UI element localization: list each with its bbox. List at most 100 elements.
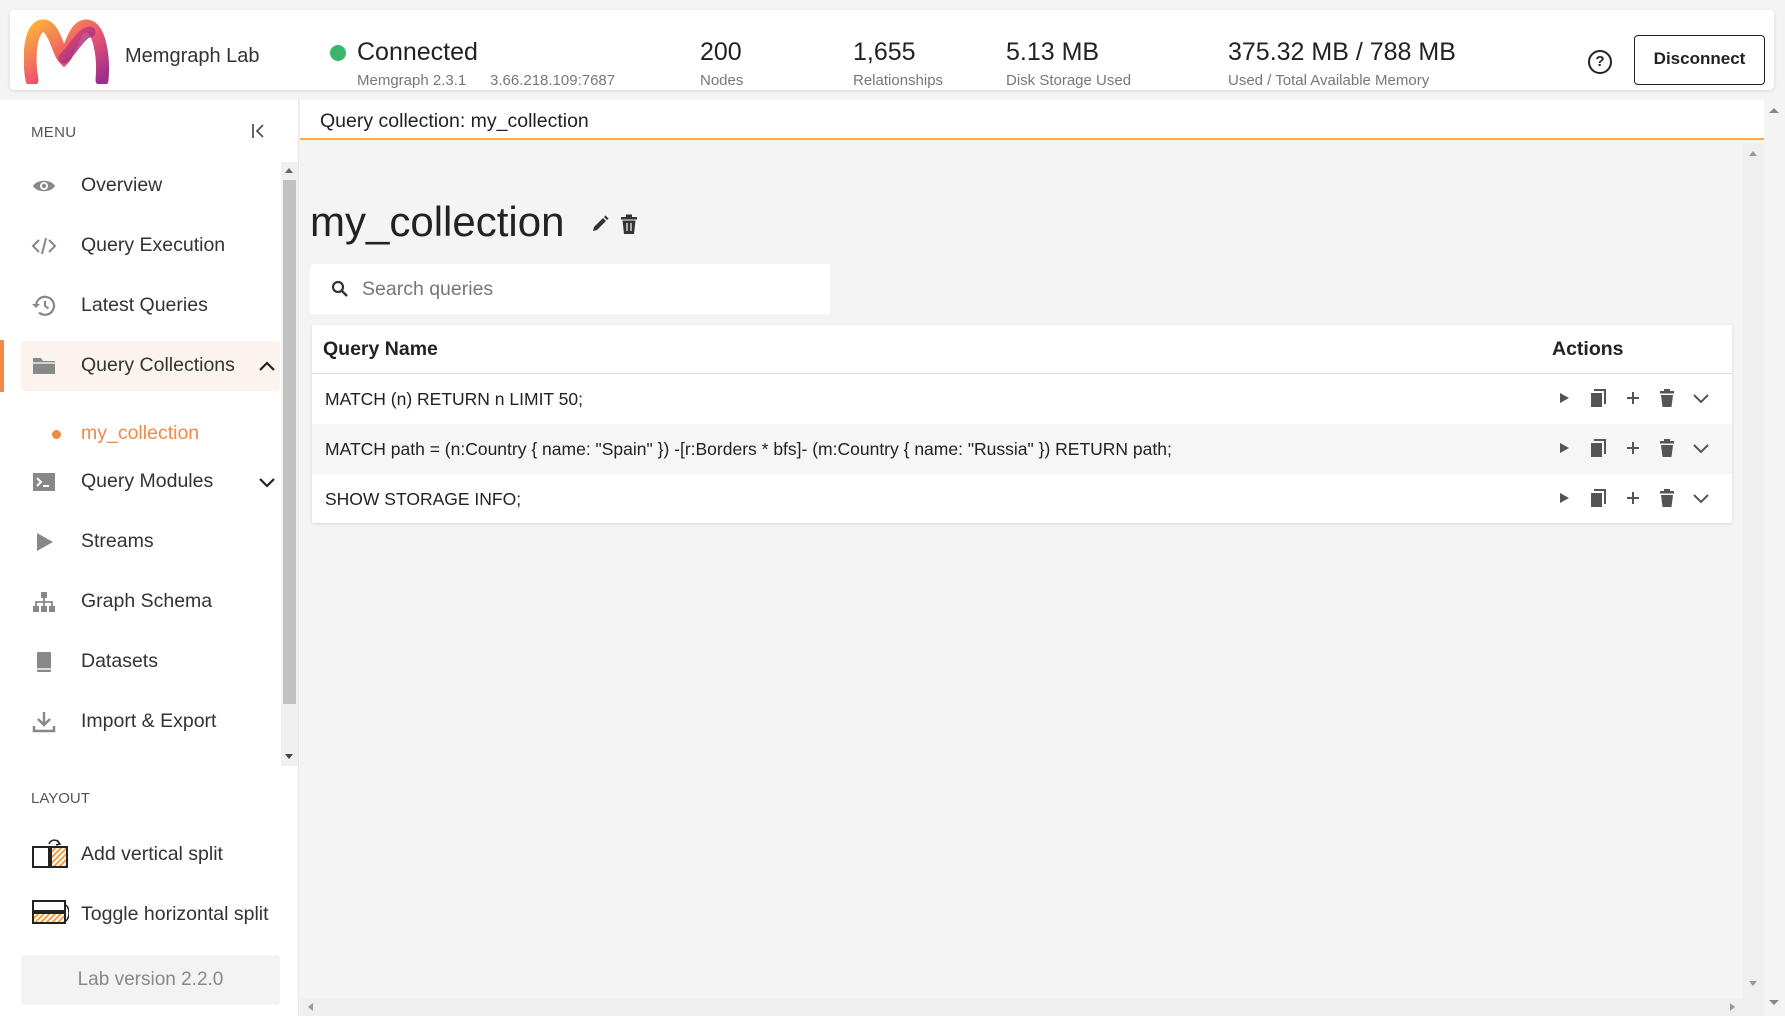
sidebar-item-latest-queries[interactable]: Latest Queries [21,281,280,331]
run-icon[interactable] [1553,387,1575,409]
run-icon[interactable] [1553,487,1575,509]
sidebar-scrollbar[interactable] [281,162,298,766]
active-indicator [0,340,4,392]
relationships-label: Relationships [853,72,944,89]
history-icon [31,294,57,318]
column-header-query-name: Query Name [323,338,438,360]
expand-icon[interactable] [1690,387,1712,409]
sidebar-item-import-export[interactable]: Import & Export [21,697,280,747]
search-input[interactable] [362,273,812,305]
scroll-right-arrow[interactable] [1730,1003,1735,1011]
copy-icon[interactable] [1587,487,1609,509]
connection-address: 3.66.218.109:7687 [490,72,616,89]
code-icon [31,234,57,258]
collection-title: my_collection [310,198,565,245]
column-header-actions: Actions [1552,338,1624,360]
active-dot [52,430,61,439]
scroll-up-arrow[interactable] [285,168,293,173]
sidebar-item-streams[interactable]: Streams [21,517,280,567]
sidebar-item-label: Query Modules [81,470,214,492]
memgraph-version: Memgraph 2.3.1 [357,72,467,89]
query-text: MATCH (n) RETURN n LIMIT 50; [325,389,583,409]
expand-icon[interactable] [1690,487,1712,509]
search-box [310,264,830,314]
table-row[interactable]: MATCH path = (n:Country { name: "Spain" … [312,424,1732,474]
app-title: Memgraph Lab [125,45,260,67]
sidebar-item-query-modules[interactable]: Query Modules [21,457,280,507]
search-icon [331,280,349,298]
content-scrollbar[interactable] [1743,143,1764,999]
chevron-up-icon[interactable] [257,356,277,376]
copy-icon[interactable] [1587,387,1609,409]
table-row[interactable]: MATCH (n) RETURN n LIMIT 50; [312,374,1732,424]
scroll-left-arrow[interactable] [308,1003,313,1011]
memory-label: Used / Total Available Memory [1228,72,1430,89]
relationships-count: 1,655 [853,38,916,66]
folder-icon [31,354,57,378]
horizontal-split-icon [31,897,69,931]
sidebar-item-label: Overview [81,174,163,196]
panel-title: Query collection: my_collection [320,110,589,132]
layout-item-label: Add vertical split [81,843,223,865]
queries-table: Query Name Actions MATCH (n) RETURN n LI… [312,325,1732,523]
sidebar-item-label: Latest Queries [81,294,208,316]
vertical-split-icon [31,837,69,871]
table-row[interactable]: SHOW STORAGE INFO; [312,474,1732,524]
pencil-icon[interactable] [590,214,610,234]
nodes-label: Nodes [700,72,744,89]
connection-status: Connected [357,38,478,66]
lab-version: Lab version 2.2.0 [21,955,280,1005]
expand-icon[interactable] [1690,437,1712,459]
scroll-down-arrow[interactable] [1749,981,1757,986]
disk-storage-value: 5.13 MB [1006,38,1100,66]
trash-icon[interactable] [1656,437,1678,459]
connection-status-dot [330,45,346,61]
sidebar-item-query-execution[interactable]: Query Execution [21,221,280,271]
layout-title: LAYOUT [31,790,90,807]
sidebar-item-label: Datasets [81,650,158,672]
scroll-up-arrow[interactable] [1749,151,1757,156]
sidebar-item-overview[interactable]: Overview [21,161,280,211]
sidebar-item-label: Graph Schema [81,590,213,612]
chevron-down-icon[interactable] [257,472,277,492]
horizontal-scrollbar[interactable] [300,999,1764,1016]
scroll-down-arrow[interactable] [1769,1000,1779,1005]
run-icon[interactable] [1553,437,1575,459]
trash-icon[interactable] [1656,487,1678,509]
trash-icon[interactable] [1656,387,1678,409]
menu-title: MENU [31,124,77,141]
disk-storage-label: Disk Storage Used [1006,72,1132,89]
layout-item-label: Toggle horizontal split [81,903,269,925]
copy-icon[interactable] [1587,437,1609,459]
scroll-up-arrow[interactable] [1769,108,1779,113]
delete-collection-icon[interactable] [619,213,639,235]
memgraph-logo [24,18,110,84]
eye-icon [31,174,57,198]
scroll-down-arrow[interactable] [285,754,293,759]
memory-value: 375.32 MB / 788 MB [1228,38,1456,66]
add-icon[interactable] [1622,437,1644,459]
query-text: SHOW STORAGE INFO; [325,489,522,509]
sidebar-item-label: Import & Export [81,710,217,732]
nodes-count: 200 [700,38,742,66]
sidebar-item-datasets[interactable]: Datasets [21,637,280,687]
schema-icon [31,590,57,614]
page-scrollbar[interactable] [1764,100,1785,1016]
sidebar-item-label: Query Collections [81,354,235,376]
help-icon[interactable]: ? [1588,50,1612,74]
top-header: Memgraph Lab Connected Memgraph 2.3.1 3.… [10,10,1774,90]
disconnect-button[interactable]: Disconnect [1634,35,1765,85]
sidebar: MENU Overview Query Execution Latest Que… [0,100,299,1016]
subitem-label: my_collection [81,422,200,444]
collapse-sidebar-icon[interactable] [250,122,268,140]
download-icon [31,710,57,734]
terminal-icon [31,470,57,494]
sidebar-item-label: Streams [81,530,154,552]
sidebar-item-query-collections[interactable]: Query Collections [21,341,280,391]
add-icon[interactable] [1622,387,1644,409]
scrollbar-thumb[interactable] [283,180,296,704]
sidebar-item-graph-schema[interactable]: Graph Schema [21,577,280,627]
book-icon [31,650,57,674]
add-icon[interactable] [1622,487,1644,509]
sidebar-item-label: Query Execution [81,234,226,256]
